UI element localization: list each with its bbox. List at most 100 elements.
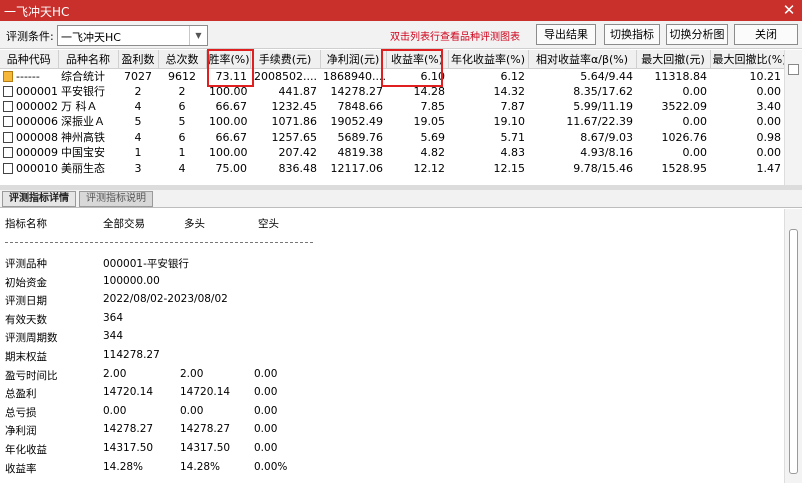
cell-text-net: 5689.76 bbox=[337, 130, 384, 144]
column-header-name[interactable]: 品种名称 bbox=[58, 50, 119, 69]
cell-total: 9612 bbox=[158, 68, 206, 84]
cell-win: 7027 bbox=[118, 68, 158, 84]
cell-annual: 14.32 bbox=[448, 84, 528, 99]
detail-value-v3: 0.00% bbox=[254, 460, 288, 473]
table-row[interactable]: 000008 神州高铁 4 6 66.67 1257.65 5689.76 5.69 5.71 8… bbox=[0, 130, 784, 145]
column-header-code[interactable]: 品种代码 bbox=[0, 50, 59, 69]
detail-value-v2: 14317.50 bbox=[180, 442, 231, 454]
detail-divider bbox=[5, 242, 313, 243]
cell-net: 5689.76 bbox=[320, 130, 386, 145]
cell-winrate: 73.11 bbox=[206, 68, 250, 84]
detail-header-name: 指标名称 bbox=[5, 218, 47, 230]
grid-header: 品种代码 品种名称 盈利数 总次数 胜率(%) 手续费(元) 净利润(元) 收益… bbox=[0, 50, 784, 69]
detail-scrollbar[interactable] bbox=[784, 209, 802, 483]
cell-win: 1 bbox=[118, 145, 158, 160]
cell-text-code: 000008 bbox=[16, 130, 58, 144]
cell-rel: 11.67/22.39 bbox=[528, 114, 636, 129]
cell-text-net: 14278.27 bbox=[330, 84, 384, 98]
column-header-total[interactable]: 总次数 bbox=[158, 50, 207, 69]
cell-text-total: 9612 bbox=[168, 69, 196, 83]
detail-tabs: 评测指标详情 评测指标说明 bbox=[0, 190, 802, 208]
cell-text-win: 4 bbox=[134, 130, 142, 144]
cell-annual: 7.87 bbox=[448, 99, 528, 114]
column-header-relative[interactable]: 相对收益率α/β(%) bbox=[528, 50, 637, 69]
cell-text-ret: 19.05 bbox=[413, 115, 446, 129]
detail-value-v1: 2.00 bbox=[103, 367, 127, 380]
column-header-winrate[interactable]: 胜率(%) bbox=[206, 50, 251, 69]
cell-text-total: 1 bbox=[178, 146, 186, 160]
column-header-fee[interactable]: 手续费(元) bbox=[250, 50, 321, 69]
doc-icon bbox=[3, 131, 13, 143]
column-header-annual[interactable]: 年化收益率(%) bbox=[448, 50, 529, 69]
detail-header-all: 全部交易 bbox=[103, 218, 145, 230]
cell-fee: 2008502.... bbox=[250, 68, 320, 84]
column-header-mdd-ratio[interactable]: 最大回撤比(%) bbox=[710, 50, 784, 69]
cell-text-mddr: 3.40 bbox=[756, 100, 782, 114]
condition-select[interactable]: 一飞冲天HC ▼ bbox=[57, 25, 208, 46]
column-header-net[interactable]: 净利润(元) bbox=[320, 50, 387, 69]
detail-label: 总盈利 bbox=[5, 388, 37, 401]
detail-scroll-thumb[interactable] bbox=[789, 229, 798, 474]
cell-text-mddr: 0.00 bbox=[756, 84, 782, 98]
table-row[interactable]: ------ 综合统计 7027 9612 73.11 2008502.... 186894… bbox=[0, 68, 784, 84]
cell-text-mddr: 1.47 bbox=[756, 161, 782, 175]
cell-text-ret: 14.28 bbox=[413, 84, 446, 98]
table-row[interactable]: 000009 中国宝安 1 1 100.00 207.42 4819.38 4.82 4.83 4… bbox=[0, 145, 784, 160]
cell-code: 000010 bbox=[0, 160, 58, 175]
cell-mddr: 10.21 bbox=[710, 68, 784, 84]
table-row[interactable]: 000006 深振业Ａ 5 5 100.00 1071.86 19052.49 19.05 19… bbox=[0, 114, 784, 129]
cell-total: 4 bbox=[158, 160, 206, 175]
cell-text-annual: 4.83 bbox=[500, 146, 526, 160]
cell-text-winrate: 66.67 bbox=[215, 130, 248, 144]
cell-net: 7848.66 bbox=[320, 99, 386, 114]
cell-net: 19052.49 bbox=[320, 114, 386, 129]
cell-ret: 19.05 bbox=[386, 114, 448, 129]
switch-metric-button[interactable]: 切换指标 bbox=[604, 24, 660, 45]
cell-name: 深振业Ａ bbox=[58, 114, 118, 129]
tab-detail[interactable]: 评测指标详情 bbox=[2, 191, 76, 207]
hint-text: 双击列表行查看品种评测图表 bbox=[390, 32, 520, 43]
table-row[interactable]: 000001 平安银行 2 2 100.00 441.87 14278.27 14.28 14.… bbox=[0, 84, 784, 99]
table-row[interactable]: 000010 美丽生态 3 4 75.00 836.48 12117.06 12.12 12.1… bbox=[0, 160, 784, 175]
cell-text-winrate: 100.00 bbox=[209, 146, 248, 160]
cell-text-name: 美丽生态 bbox=[61, 161, 105, 175]
detail-value-v1: 14720.14 bbox=[103, 386, 154, 399]
detail-value-v2: 14720.14 bbox=[180, 386, 231, 399]
cell-text-code: 000002 bbox=[16, 100, 58, 114]
cell-text-name: 万 科Ａ bbox=[61, 100, 98, 114]
grid-scrollbar[interactable] bbox=[784, 50, 802, 185]
cell-text-winrate: 100.00 bbox=[209, 115, 248, 129]
table-row[interactable]: 000002 万 科Ａ 4 6 66.67 1232.45 7848.66 7.85 7.87 5… bbox=[0, 99, 784, 114]
cell-text-mddr: 0.98 bbox=[756, 130, 782, 144]
cell-text-mddr: 0.00 bbox=[756, 115, 782, 129]
grid-corner-box[interactable] bbox=[788, 64, 799, 75]
cell-ret: 6.10 bbox=[386, 68, 448, 84]
chevron-down-icon[interactable]: ▼ bbox=[189, 26, 207, 45]
doc-icon bbox=[3, 147, 13, 159]
detail-label: 盈亏时间比 bbox=[5, 369, 58, 382]
cell-text-rel: 11.67/22.39 bbox=[566, 115, 633, 129]
export-button[interactable]: 导出结果 bbox=[536, 24, 596, 45]
cell-total: 5 bbox=[158, 114, 206, 129]
cell-total: 6 bbox=[158, 130, 206, 145]
cell-text-total: 2 bbox=[178, 84, 186, 98]
detail-value-v1: 114278.27 bbox=[103, 349, 160, 361]
close-button[interactable]: 关闭 bbox=[734, 24, 798, 45]
close-icon[interactable]: ✕ bbox=[780, 1, 798, 19]
column-header-return[interactable]: 收益率(%) bbox=[386, 50, 449, 69]
cell-code: 000008 bbox=[0, 130, 58, 145]
switch-chart-button[interactable]: 切换分析图 bbox=[666, 24, 728, 45]
cell-text-annual: 14.32 bbox=[493, 84, 526, 98]
cell-name: 中国宝安 bbox=[58, 145, 118, 160]
cell-text-mdd: 11318.84 bbox=[654, 69, 708, 83]
detail-header-short: 空头 bbox=[258, 218, 279, 230]
column-header-mdd[interactable]: 最大回撤(元) bbox=[636, 50, 711, 69]
tab-description[interactable]: 评测指标说明 bbox=[79, 191, 153, 207]
cell-annual: 12.15 bbox=[448, 160, 528, 175]
column-header-win[interactable]: 盈利数 bbox=[118, 50, 159, 69]
cell-text-mddr: 10.21 bbox=[749, 69, 782, 83]
cell-annual: 6.12 bbox=[448, 68, 528, 84]
cell-total: 2 bbox=[158, 84, 206, 99]
cell-rel: 5.99/11.19 bbox=[528, 99, 636, 114]
cell-annual: 19.10 bbox=[448, 114, 528, 129]
